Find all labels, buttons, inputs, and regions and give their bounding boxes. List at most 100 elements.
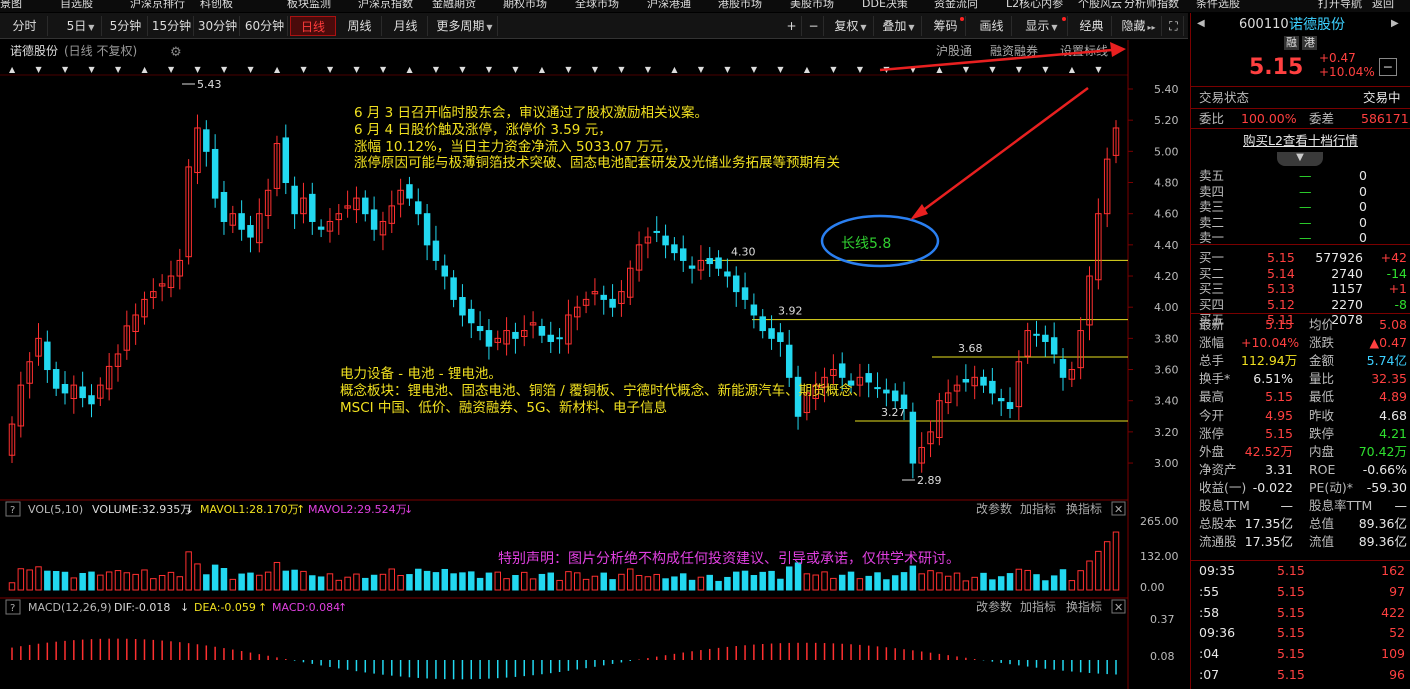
volume-bar[interactable] <box>962 580 970 591</box>
volume-bar[interactable] <box>247 572 254 591</box>
draw-line-button[interactable]: 画线 <box>972 16 1012 36</box>
collapse-button[interactable]: − <box>1379 58 1397 76</box>
volume-bar[interactable] <box>158 575 166 591</box>
volume-bar[interactable] <box>635 575 643 591</box>
candle-body[interactable] <box>838 363 846 378</box>
volume-bar[interactable] <box>538 573 546 591</box>
volume-bar[interactable] <box>1086 560 1093 591</box>
event-down-marker-icon[interactable]: ▼ <box>353 65 360 74</box>
top-menu-item[interactable]: 科创板 <box>200 0 233 9</box>
candle-body[interactable] <box>768 328 775 339</box>
candle-body[interactable] <box>732 275 740 293</box>
volume-bar[interactable] <box>8 582 16 591</box>
top-menu-item[interactable]: L2核心内参 <box>1006 0 1063 9</box>
candle-body[interactable] <box>1059 359 1067 378</box>
vol-change-params-button[interactable]: 改参数 <box>976 501 1012 516</box>
candle-body[interactable] <box>238 213 245 230</box>
volume-bar[interactable] <box>450 573 457 591</box>
event-down-marker-icon[interactable]: ▼ <box>989 65 996 74</box>
volume-bar[interactable] <box>1042 580 1049 591</box>
volume-bar[interactable] <box>26 569 33 591</box>
volume-bar[interactable] <box>503 578 510 591</box>
event-down-marker-icon[interactable]: ▼ <box>459 65 466 74</box>
event-up-marker-icon[interactable]: ▲ <box>406 65 413 74</box>
volume-bar[interactable] <box>1103 541 1111 591</box>
volume-bar[interactable] <box>512 575 519 591</box>
volume-bar[interactable] <box>927 570 934 591</box>
volume-bar[interactable] <box>794 562 802 591</box>
event-down-marker-icon[interactable]: ▼ <box>221 65 228 74</box>
volume-bar[interactable] <box>591 575 599 591</box>
volume-bar[interactable] <box>291 569 298 591</box>
volume-bar[interactable] <box>883 579 890 591</box>
candle-body[interactable] <box>79 386 86 399</box>
period-tab-fenshi[interactable]: 分时 <box>2 16 48 36</box>
event-down-marker-icon[interactable]: ▼ <box>300 65 307 74</box>
candle-body[interactable] <box>750 304 758 316</box>
candle-body[interactable] <box>547 334 554 342</box>
volume-bar[interactable] <box>989 579 996 591</box>
candle-body[interactable] <box>441 265 449 277</box>
event-down-marker-icon[interactable]: ▼ <box>1095 65 1102 74</box>
volume-bar[interactable] <box>44 570 51 591</box>
candle-body[interactable] <box>759 316 766 332</box>
top-menu-item[interactable]: 沪深京排行 <box>130 0 185 9</box>
volume-bar[interactable] <box>88 571 95 591</box>
volume-bar[interactable] <box>1024 569 1031 591</box>
candle-body[interactable] <box>777 332 784 342</box>
candle-body[interactable] <box>989 380 996 394</box>
period-tab-monthly[interactable]: 月线 <box>384 16 428 36</box>
event-down-marker-icon[interactable]: ▼ <box>247 65 254 74</box>
top-menu-item[interactable]: 返回 <box>1372 0 1394 9</box>
volume-bar[interactable] <box>936 572 943 591</box>
volume-bar[interactable] <box>61 571 69 591</box>
volume-bar[interactable] <box>750 575 758 591</box>
settings-gear-icon[interactable]: ⚙ <box>170 45 182 60</box>
volume-bar[interactable] <box>167 571 175 591</box>
candle-body[interactable] <box>282 137 290 184</box>
event-down-marker-icon[interactable]: ▼ <box>751 65 758 74</box>
event-down-marker-icon[interactable]: ▼ <box>433 65 440 74</box>
candle-body[interactable] <box>415 201 422 215</box>
volume-bar[interactable] <box>264 571 272 591</box>
candle-body[interactable] <box>874 387 881 390</box>
candle-body[interactable] <box>309 193 316 222</box>
volume-bar[interactable] <box>123 572 131 591</box>
more-periods-dropdown[interactable]: 更多周期 ▼ <box>432 16 498 36</box>
event-up-marker-icon[interactable]: ▲ <box>274 65 281 74</box>
volume-bar[interactable] <box>547 572 554 591</box>
candle-body[interactable] <box>785 344 793 378</box>
classic-button[interactable]: 经典 <box>1072 16 1112 36</box>
candle-body[interactable] <box>1050 337 1058 355</box>
event-up-marker-icon[interactable]: ▲ <box>1069 65 1076 74</box>
event-down-marker-icon[interactable]: ▼ <box>565 65 572 74</box>
candle-body[interactable] <box>997 398 1005 402</box>
volume-bar[interactable] <box>141 569 148 591</box>
top-menu-item[interactable]: 自选股 <box>60 0 93 9</box>
volume-bar[interactable] <box>335 579 343 591</box>
macd-switch-indicator-button[interactable]: 换指标 <box>1066 599 1102 614</box>
event-down-marker-icon[interactable]: ▼ <box>327 65 334 74</box>
period-tab-weekly[interactable]: 周线 <box>338 16 382 36</box>
volume-bar[interactable] <box>865 575 872 591</box>
candle-body[interactable] <box>962 379 970 383</box>
period-tab-5day[interactable]: 5日 ▼ <box>60 16 102 36</box>
event-down-marker-icon[interactable]: ▼ <box>592 65 599 74</box>
candle-body[interactable] <box>512 331 519 339</box>
candle-body[interactable] <box>1042 334 1049 342</box>
volume-bar[interactable] <box>1006 573 1014 591</box>
next-arrow-icon[interactable]: ▶ <box>1391 15 1399 33</box>
volume-bar[interactable] <box>105 571 113 591</box>
volume-bar[interactable] <box>759 571 766 591</box>
volume-bar[interactable] <box>768 570 775 591</box>
volume-bar[interactable] <box>485 572 493 591</box>
event-down-marker-icon[interactable]: ▼ <box>777 65 784 74</box>
event-down-marker-icon[interactable]: ▼ <box>115 65 122 74</box>
hide-button[interactable]: 隐藏 ▸▸ <box>1116 16 1162 36</box>
volume-bar[interactable] <box>114 570 122 591</box>
volume-bar[interactable] <box>600 572 607 591</box>
volume-bar[interactable] <box>618 573 625 591</box>
volume-bar[interactable] <box>582 578 590 591</box>
period-tab-30min[interactable]: 30分钟 <box>196 16 240 36</box>
volume-bar[interactable] <box>1015 568 1023 591</box>
